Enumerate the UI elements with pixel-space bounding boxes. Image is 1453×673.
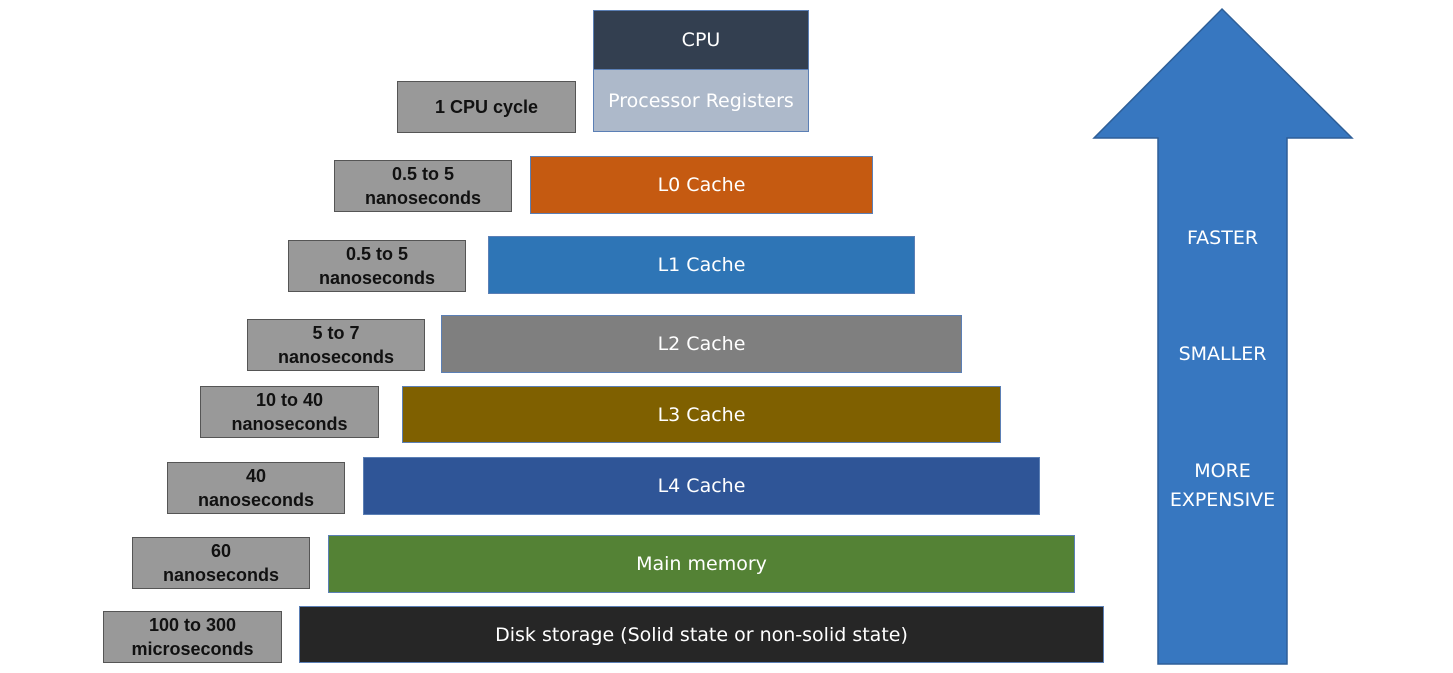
- arrow-label-faster: FASTER: [1186, 227, 1259, 249]
- arrow-label-more: MORE: [1194, 460, 1251, 482]
- up-arrow-icon: [1092, 7, 1354, 665]
- up-arrow-shape: [1092, 7, 1354, 665]
- arrow-label-expensive: EXPENSIVE: [1169, 489, 1276, 511]
- arrow-label-smaller: SMALLER: [1178, 343, 1267, 365]
